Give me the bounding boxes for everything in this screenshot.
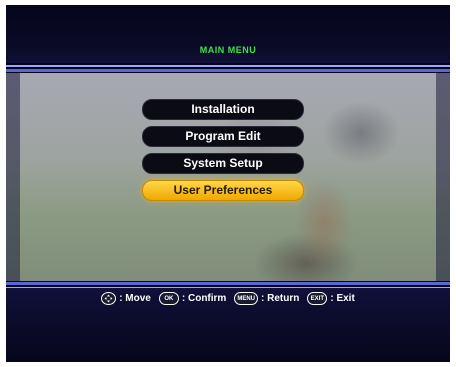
- key-move-label: : Move: [119, 293, 151, 304]
- key-legend: : Move OK : Confirm MENU : Return EXIT :…: [6, 292, 450, 305]
- footer-divider-accent: [6, 282, 450, 285]
- key-confirm: OK : Confirm: [158, 292, 227, 305]
- key-move: : Move: [101, 292, 151, 305]
- menu-item-program-edit[interactable]: Program Edit: [142, 126, 304, 147]
- ok-button-icon: OK: [158, 292, 179, 305]
- video-edge-right: [436, 73, 450, 281]
- key-exit: EXIT : Exit: [307, 292, 355, 305]
- menu-item-installation[interactable]: Installation: [142, 99, 304, 120]
- menu-title: MAIN MENU: [199, 45, 257, 55]
- menu-button-icon: MENU: [234, 292, 258, 305]
- dpad-icon: [101, 292, 117, 305]
- key-return: MENU : Return: [234, 292, 299, 305]
- header-divider-accent: [6, 69, 450, 72]
- tv-screen: MAIN MENU Installation Program Edit Syst…: [6, 5, 450, 362]
- key-confirm-label: : Confirm: [181, 293, 227, 304]
- exit-button-icon: EXIT: [307, 292, 328, 305]
- header-divider: [6, 65, 450, 67]
- menu-item-user-preferences[interactable]: User Preferences: [142, 180, 304, 201]
- menu-item-system-setup[interactable]: System Setup: [142, 153, 304, 174]
- video-edge-left: [6, 73, 20, 281]
- key-exit-label: : Exit: [330, 293, 355, 304]
- key-return-label: : Return: [261, 293, 300, 304]
